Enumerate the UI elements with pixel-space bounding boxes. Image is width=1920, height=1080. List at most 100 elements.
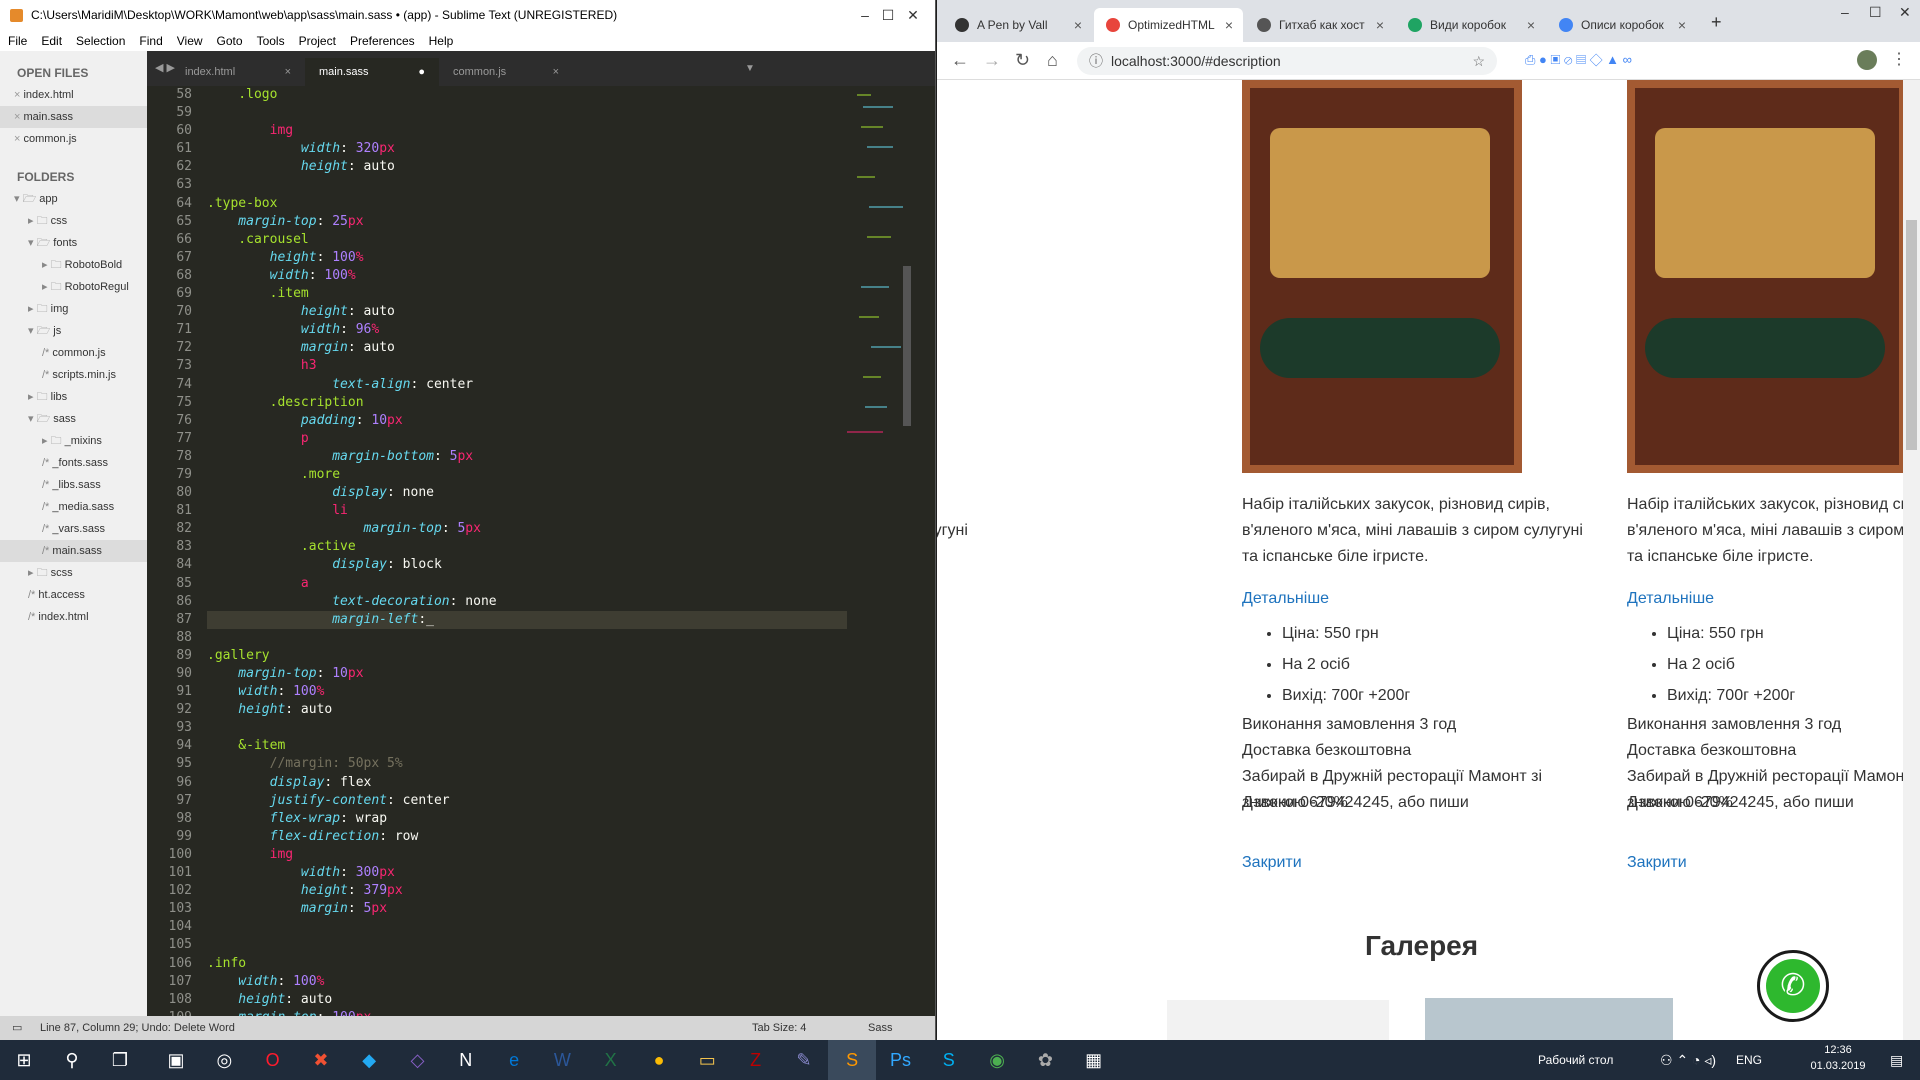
menu-tools[interactable]: Tools — [257, 34, 285, 48]
photoshop-icon[interactable]: Ps — [877, 1040, 925, 1080]
folder-item[interactable]: ▾ 🗁 app — [0, 188, 147, 210]
close-link[interactable]: Закрити — [1242, 854, 1302, 872]
filezilla-icon[interactable]: Z — [732, 1040, 780, 1080]
editor-tab-common-js[interactable]: common.js × — [439, 58, 573, 86]
code-area[interactable]: .logo img width: 320px height: auto .typ… — [207, 86, 847, 1016]
syntax-mode[interactable]: Sass — [868, 1016, 892, 1040]
notion-icon[interactable]: N — [442, 1040, 490, 1080]
menu-edit[interactable]: Edit — [41, 34, 62, 48]
chrome-color-icon[interactable]: ● — [635, 1040, 683, 1080]
folder-item[interactable]: ▸ 🗀 RobotoBold — [0, 254, 147, 276]
browser-tab[interactable]: Описи коробок × — [1547, 8, 1696, 42]
bookmark-star-icon[interactable]: ☆ — [1472, 47, 1485, 75]
folder-item[interactable]: /* index.html — [0, 606, 147, 628]
console-icon[interactable]: ▭ — [12, 1016, 22, 1040]
minimap[interactable] — [847, 86, 927, 436]
folder-item[interactable]: ▸ 🗀 css — [0, 210, 147, 232]
chrome-minimize-button[interactable]: – — [1841, 4, 1849, 20]
notifications-icon[interactable]: ▤ — [1890, 1040, 1903, 1080]
word-icon[interactable]: W — [538, 1040, 586, 1080]
explorer-icon[interactable]: ▭ — [683, 1040, 731, 1080]
menu-project[interactable]: Project — [299, 34, 336, 48]
chrome-maximize-button[interactable]: ☐ — [1869, 4, 1882, 21]
browser-tab[interactable]: Види коробок × — [1396, 8, 1545, 42]
folder-item[interactable]: /* scripts.min.js — [0, 364, 147, 386]
address-bar[interactable]: ⓘ localhost:3000/#description ☆ — [1077, 47, 1497, 75]
folder-item[interactable]: ▸ 🗀 _mixins — [0, 430, 147, 452]
folder-item[interactable]: ▸ 🗀 scss — [0, 562, 147, 584]
folder-item[interactable]: /* _fonts.sass — [0, 452, 147, 474]
menu-selection[interactable]: Selection — [76, 34, 125, 48]
tab-close-icon[interactable]: × — [1225, 8, 1233, 42]
folder-item[interactable]: ▸ 🗀 libs — [0, 386, 147, 408]
menu-file[interactable]: File — [8, 34, 27, 48]
menu-help[interactable]: Help — [429, 34, 454, 48]
tray-icons[interactable]: ⚇ ⌃ ◔ ◃) — [1660, 1040, 1716, 1080]
menu-goto[interactable]: Goto — [217, 34, 243, 48]
start-icon[interactable]: ⊞ — [0, 1040, 48, 1080]
vscode-icon[interactable]: ◆ — [345, 1040, 393, 1080]
more-link[interactable]: Детальніше — [1627, 590, 1714, 608]
menu-find[interactable]: Find — [139, 34, 162, 48]
browser-tab[interactable]: A Pen by Vall × — [943, 8, 1092, 42]
extensions-icons[interactable]: ⎙ ● ▣ ⊘ ▤ ◇ ▲ ∞ — [1525, 52, 1632, 68]
code-editor[interactable]: 58 59 60 61 62 63 64 65 66 67 68 69 70 71 72 73 74 75 76 77… — [147, 86, 935, 1025]
opera-icon[interactable]: O — [249, 1040, 297, 1080]
editor-tab-index-html[interactable]: index.html × — [171, 58, 305, 86]
home-icon[interactable]: ⌂ — [1047, 50, 1058, 71]
menu-view[interactable]: View — [177, 34, 203, 48]
tab-close-icon[interactable]: × — [1376, 8, 1384, 42]
menu-icon[interactable]: ⋮ — [1891, 49, 1907, 69]
folder-item[interactable]: /* main.sass — [0, 540, 147, 562]
open-file-item[interactable]: × main.sass — [0, 106, 147, 128]
calculator-icon[interactable]: ▦ — [1070, 1040, 1118, 1080]
profile-avatar[interactable] — [1857, 50, 1877, 70]
info-icon[interactable]: ⓘ — [1089, 47, 1103, 75]
page-scrollbar[interactable] — [1903, 80, 1920, 1040]
editor-tab-main-sass[interactable]: main.sass ● — [305, 58, 439, 86]
browser-tab[interactable]: OptimizedHTML × — [1094, 8, 1243, 42]
visual-studio-icon[interactable]: ◇ — [394, 1040, 442, 1080]
new-tab-button[interactable]: + — [1711, 12, 1722, 33]
task-view-icon[interactable]: ❐ — [96, 1040, 144, 1080]
language-indicator[interactable]: ENG — [1736, 1040, 1762, 1080]
desktop-label[interactable]: Рабочий стол — [1538, 1040, 1613, 1080]
folder-item[interactable]: ▾ 🗁 sass — [0, 408, 147, 430]
tab-close-icon[interactable]: × — [285, 58, 291, 86]
clock[interactable]: 12:36 01.03.2019 — [1808, 1044, 1868, 1072]
sublime-taskbar-icon[interactable]: S — [828, 1040, 877, 1080]
editor-scrollbar[interactable] — [903, 266, 911, 426]
browser-tab[interactable]: Гитхаб как хост × — [1245, 8, 1394, 42]
forward-icon[interactable]: → — [983, 50, 1001, 71]
folder-item[interactable]: ▸ 🗀 RobotoRegul — [0, 276, 147, 298]
tab-close-icon[interactable]: × — [1678, 8, 1686, 42]
more-link[interactable]: Детальніше — [1242, 590, 1329, 608]
folder-item[interactable]: ▾ 🗁 js — [0, 320, 147, 342]
close-link[interactable]: Закрити — [1627, 854, 1687, 872]
folder-item[interactable]: ▾ 🗁 fonts — [0, 232, 147, 254]
tab-dropdown-icon[interactable]: ▼ — [745, 63, 755, 74]
chrome-close-button[interactable]: ✕ — [1899, 4, 1911, 21]
excel-icon[interactable]: X — [587, 1040, 635, 1080]
folder-item[interactable]: /* _vars.sass — [0, 518, 147, 540]
edge-icon[interactable]: e — [490, 1040, 538, 1080]
back-icon[interactable]: ← — [951, 50, 969, 71]
paint-icon[interactable]: ✿ — [1021, 1040, 1069, 1080]
folder-item[interactable]: /* ht.access — [0, 584, 147, 606]
folder-item[interactable]: ▸ 🗀 img — [0, 298, 147, 320]
tab-size[interactable]: Tab Size: 4 — [752, 1016, 806, 1040]
search-icon[interactable]: ⚲ — [48, 1040, 96, 1080]
tab-close-icon[interactable]: × — [1527, 8, 1535, 42]
call-button[interactable]: ✆ — [1757, 950, 1829, 1022]
close-button[interactable]: ✕ — [890, 0, 935, 31]
git-icon[interactable]: ✖ — [297, 1040, 345, 1080]
steam-icon[interactable]: ◎ — [200, 1040, 248, 1080]
tab-close-icon[interactable]: × — [1074, 8, 1082, 42]
folder-item[interactable]: /* common.js — [0, 342, 147, 364]
terminal-icon[interactable]: ▣ — [152, 1040, 200, 1080]
unsaved-dot-icon[interactable]: ● — [418, 58, 425, 86]
folder-item[interactable]: /* _libs.sass — [0, 474, 147, 496]
open-file-item[interactable]: × index.html — [0, 84, 147, 106]
reload-icon[interactable]: ↻ — [1015, 50, 1030, 71]
skype-icon[interactable]: S — [925, 1040, 973, 1080]
